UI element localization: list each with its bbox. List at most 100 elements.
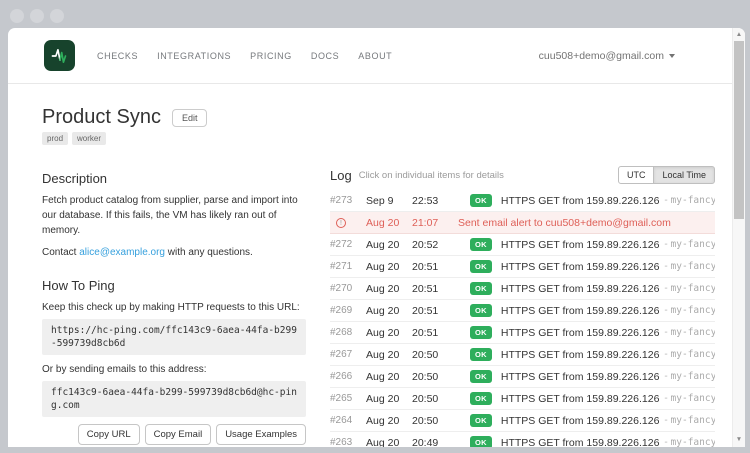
date-cell: Aug 20 xyxy=(366,349,412,361)
tag-badge: worker xyxy=(72,132,106,145)
contact-email-link[interactable]: alice@example.org xyxy=(79,247,165,258)
ping-number: #263 xyxy=(330,437,352,447)
slug-separator: - xyxy=(664,239,667,250)
utc-button[interactable]: UTC xyxy=(618,166,655,184)
ping-action-button[interactable]: Copy Email xyxy=(145,424,212,445)
time-cell: 20:51 xyxy=(412,261,452,273)
date-cell: Aug 20 xyxy=(366,305,412,317)
slug-cell: - my-fancy-sy… xyxy=(664,349,715,360)
log-row[interactable]: #273 Sep 9 22:53 OK HTTPS GET from 159.8… xyxy=(330,190,715,212)
ping-number-cell: #270 xyxy=(330,283,366,294)
ping-number: #267 xyxy=(330,349,352,360)
ping-number: #272 xyxy=(330,239,352,250)
edit-button[interactable]: Edit xyxy=(172,109,208,127)
event-text: HTTPS GET from 159.89.226.126 xyxy=(501,327,660,339)
ping-number: #266 xyxy=(330,371,352,382)
date-cell: Aug 20 xyxy=(366,239,412,251)
ping-number: #269 xyxy=(330,305,352,316)
account-menu[interactable]: cuu508+demo@gmail.com xyxy=(539,50,675,62)
scrollbar-thumb[interactable] xyxy=(734,41,744,219)
date-cell: Aug 20 xyxy=(366,371,412,383)
ok-badge: OK xyxy=(470,304,492,317)
slug-cell: - my-fancy-sy… xyxy=(664,371,715,382)
slug-separator: - xyxy=(664,305,667,316)
event-text: HTTPS GET from 159.89.226.126 xyxy=(501,283,660,295)
log-row[interactable]: #264 Aug 20 20:50 OK HTTPS GET from 159.… xyxy=(330,410,715,432)
nav-link[interactable]: ABOUT xyxy=(358,51,392,61)
ping-number-cell: #263 xyxy=(330,437,366,447)
log-row[interactable]: #270 Aug 20 20:51 OK HTTPS GET from 159.… xyxy=(330,278,715,300)
log-row[interactable]: #265 Aug 20 20:50 OK HTTPS GET from 159.… xyxy=(330,388,715,410)
date-cell: Aug 20 xyxy=(366,217,412,229)
log-row[interactable]: #268 Aug 20 20:51 OK HTTPS GET from 159.… xyxy=(330,322,715,344)
log-row[interactable]: #266 Aug 20 20:50 OK HTTPS GET from 159.… xyxy=(330,366,715,388)
timezone-toggle: UTC Local Time xyxy=(618,166,715,184)
log-row[interactable]: #267 Aug 20 20:50 OK HTTPS GET from 159.… xyxy=(330,344,715,366)
log-row[interactable]: #272 Aug 20 20:52 OK HTTPS GET from 159.… xyxy=(330,234,715,256)
slug-separator: - xyxy=(664,283,667,294)
event-text: HTTPS GET from 159.89.226.126 xyxy=(501,437,660,448)
time-cell: 20:50 xyxy=(412,371,452,383)
ping-number-cell: #264 xyxy=(330,415,366,426)
email-ping-label: Or by sending emails to this address: xyxy=(42,362,306,377)
how-to-ping-heading: How To Ping xyxy=(42,278,306,293)
ping-number: #273 xyxy=(330,195,352,206)
slug-cell: - my-fancy-sy… xyxy=(664,283,715,294)
event-text: HTTPS GET from 159.89.226.126 xyxy=(501,239,660,251)
ok-badge: OK xyxy=(470,370,492,383)
date-cell: Aug 20 xyxy=(366,283,412,295)
ping-number: #271 xyxy=(330,261,352,272)
ping-number-cell: #272 xyxy=(330,239,366,250)
slug-text: my-fancy-sy… xyxy=(671,437,715,447)
slug-text: my-fancy-sy… xyxy=(671,393,715,404)
nav-link[interactable]: DOCS xyxy=(311,51,339,61)
log-row[interactable]: #263 Aug 20 20:49 OK HTTPS GET from 159.… xyxy=(330,432,715,447)
slug-cell: - my-fancy-sy… xyxy=(664,327,715,338)
time-cell: 20:50 xyxy=(412,393,452,405)
description-heading: Description xyxy=(42,171,306,186)
http-ping-label: Keep this check up by making HTTP reques… xyxy=(42,300,306,315)
log-row[interactable]: #271 Aug 20 20:51 OK HTTPS GET from 159.… xyxy=(330,256,715,278)
slug-cell: - my-fancy-sy… xyxy=(664,437,715,447)
slug-separator: - xyxy=(664,415,667,426)
ok-badge: OK xyxy=(470,348,492,361)
nav-link[interactable]: INTEGRATIONS xyxy=(157,51,231,61)
slug-text: my-fancy-sy… xyxy=(671,349,715,360)
ping-number-cell: ! xyxy=(330,218,366,228)
slug-separator: - xyxy=(664,437,667,447)
slug-text: my-fancy-sy… xyxy=(671,239,715,250)
ping-number-cell: #267 xyxy=(330,349,366,360)
log-subheading: Click on individual items for details xyxy=(359,170,504,181)
ping-number: #264 xyxy=(330,415,352,426)
slug-cell: - my-fancy-sy… xyxy=(664,393,715,404)
slug-separator: - xyxy=(664,393,667,404)
ping-number-cell: #266 xyxy=(330,371,366,382)
time-cell: 20:51 xyxy=(412,283,452,295)
event-text: HTTPS GET from 159.89.226.126 xyxy=(501,195,660,207)
app-logo[interactable] xyxy=(44,40,75,71)
time-cell: 20:52 xyxy=(412,239,452,251)
scrollbar[interactable]: ▲ ▼ xyxy=(732,28,745,447)
ping-action-button[interactable]: Usage Examples xyxy=(216,424,306,445)
event-text: HTTPS GET from 159.89.226.126 xyxy=(501,371,660,383)
date-cell: Aug 20 xyxy=(366,415,412,427)
slug-cell: - my-fancy-sy… xyxy=(664,195,715,206)
ok-badge: OK xyxy=(470,238,492,251)
slug-cell: - my-fancy-sy… xyxy=(664,305,715,316)
window-control-dot xyxy=(50,9,64,23)
event-text: HTTPS GET from 159.89.226.126 xyxy=(501,415,660,427)
ping-actions: Copy URLCopy EmailUsage Examples xyxy=(42,424,306,445)
log-row[interactable]: #269 Aug 20 20:51 OK HTTPS GET from 159.… xyxy=(330,300,715,322)
slug-separator: - xyxy=(664,195,667,206)
ok-badge: OK xyxy=(470,194,492,207)
log-row[interactable]: ! Aug 20 21:07 - Sent email alert to cuu… xyxy=(330,212,715,234)
nav-link[interactable]: CHECKS xyxy=(97,51,138,61)
event-text: HTTPS GET from 159.89.226.126 xyxy=(501,305,660,317)
time-cell: 20:50 xyxy=(412,415,452,427)
scroll-up-arrow[interactable]: ▲ xyxy=(733,29,745,41)
ok-badge: OK xyxy=(470,392,492,405)
ping-action-button[interactable]: Copy URL xyxy=(78,424,140,445)
nav-link[interactable]: PRICING xyxy=(250,51,292,61)
local-time-button[interactable]: Local Time xyxy=(653,166,715,184)
scroll-down-arrow[interactable]: ▼ xyxy=(733,434,745,446)
